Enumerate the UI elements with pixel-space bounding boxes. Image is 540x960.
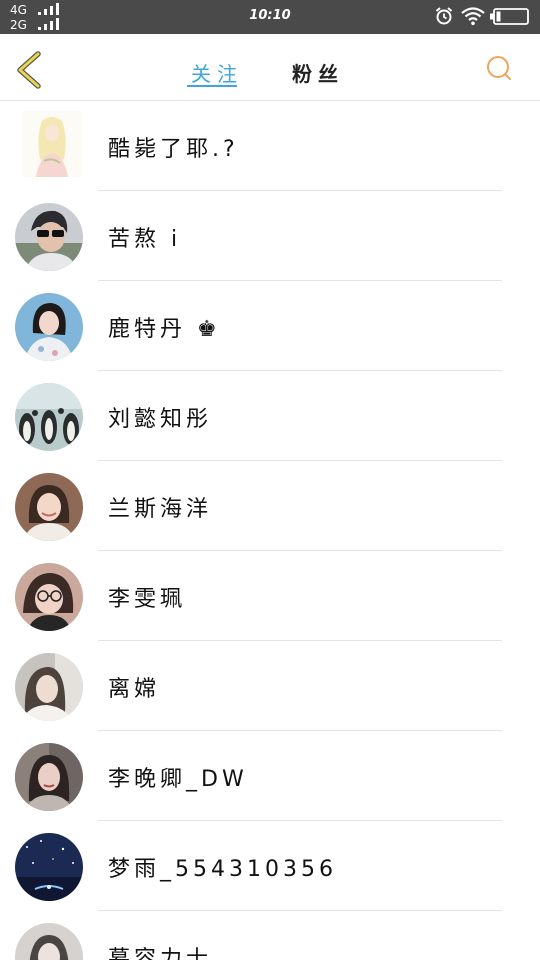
tab-followers[interactable]: 粉丝: [292, 58, 344, 87]
user-name: 梦雨_554310356: [108, 857, 337, 882]
list-item[interactable]: 刘懿知彤: [0, 371, 540, 461]
list-item[interactable]: 李晚卿_DW: [0, 731, 540, 821]
list-item[interactable]: 慕容力士: [0, 911, 540, 960]
list-item[interactable]: 酷毙了耶.?: [0, 101, 540, 191]
avatar: [15, 563, 83, 631]
list-item[interactable]: 李雯珮: [0, 551, 540, 641]
avatar: [15, 203, 83, 271]
list-item[interactable]: 梦雨_554310356: [0, 821, 540, 911]
wifi-icon: [461, 7, 485, 26]
user-name: 酷毙了耶.?: [108, 137, 239, 162]
avatar: [15, 653, 83, 721]
tab-following[interactable]: 关注: [191, 58, 243, 87]
avatar: [15, 743, 83, 811]
list-item[interactable]: 鹿特丹 ♚: [0, 281, 540, 371]
avatar: [15, 473, 83, 541]
following-list: 酷毙了耶.? 苦熬 i 鹿特丹 ♚ 刘懿知彤 兰斯海洋 李雯珮 离嫦 李晚卿_D…: [0, 101, 540, 960]
avatar: [15, 383, 83, 451]
alarm-icon: [435, 7, 453, 25]
chevron-left-icon[interactable]: [12, 50, 48, 90]
avatar: [15, 293, 83, 361]
user-name: 李晚卿_DW: [108, 767, 248, 792]
avatar: [22, 111, 82, 177]
user-name: 刘懿知彤: [108, 407, 213, 432]
avatar: [15, 833, 83, 901]
list-item[interactable]: 苦熬 i: [0, 191, 540, 281]
user-name: 兰斯海洋: [108, 497, 213, 522]
active-tab-indicator: [187, 85, 237, 87]
list-item[interactable]: 兰斯海洋: [0, 461, 540, 551]
user-name: 李雯珮: [108, 587, 187, 612]
user-name: 慕容力士: [108, 947, 213, 960]
avatar: [15, 923, 83, 960]
battery-icon: [490, 8, 529, 25]
list-item[interactable]: 离嫦: [0, 641, 540, 731]
status-bar: 4G 2G 10:10: [0, 0, 540, 34]
user-name: 离嫦: [108, 677, 161, 702]
user-name: 苦熬 i: [108, 227, 182, 252]
search-icon[interactable]: [484, 53, 514, 83]
top-nav-bar: 关注 粉丝: [0, 34, 540, 101]
user-name: 鹿特丹 ♚: [108, 317, 221, 342]
status-time: 10:10: [249, 8, 291, 23]
